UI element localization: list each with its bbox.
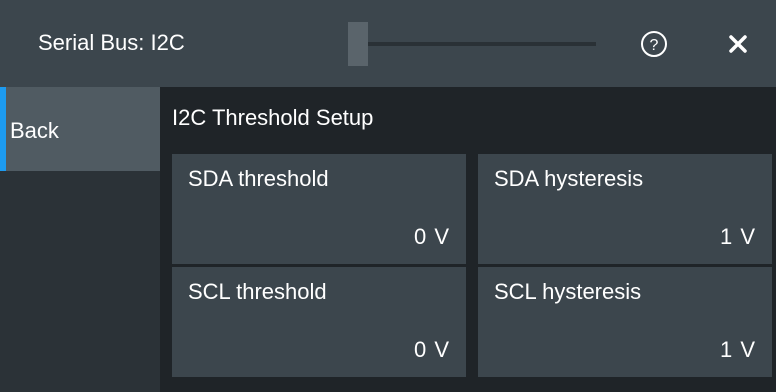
scl-threshold-field[interactable]: SCL threshold 0 V bbox=[172, 267, 466, 377]
sda-hysteresis-field[interactable]: SDA hysteresis 1 V bbox=[478, 154, 772, 264]
scl-hysteresis-field[interactable]: SCL hysteresis 1 V bbox=[478, 267, 772, 377]
threshold-setup-panel: I2C Threshold Setup SDA threshold 0 V SD… bbox=[160, 87, 776, 392]
field-label: SDA threshold bbox=[188, 166, 329, 191]
slider-thumb[interactable] bbox=[348, 22, 368, 66]
back-button-label: Back bbox=[10, 118, 59, 143]
field-value: 0 V bbox=[413, 337, 450, 362]
section-title: I2C Threshold Setup bbox=[172, 105, 374, 130]
sidebar: Back bbox=[0, 87, 160, 392]
field-label: SCL hysteresis bbox=[494, 279, 642, 304]
help-circle-icon[interactable]: ? bbox=[640, 30, 668, 58]
dialog-titlebar: Serial Bus: I2C ? bbox=[0, 0, 776, 87]
field-value: 1 V bbox=[719, 224, 756, 249]
svg-text:?: ? bbox=[650, 37, 659, 54]
back-button[interactable]: Back bbox=[0, 87, 160, 171]
field-label: SCL threshold bbox=[188, 279, 327, 304]
sda-threshold-field[interactable]: SDA threshold 0 V bbox=[172, 154, 466, 264]
slider-track[interactable] bbox=[348, 42, 596, 46]
active-indicator bbox=[0, 87, 6, 171]
field-value: 1 V bbox=[719, 337, 756, 362]
field-label: SDA hysteresis bbox=[494, 166, 644, 191]
close-icon[interactable] bbox=[727, 33, 749, 55]
field-value: 0 V bbox=[413, 224, 450, 249]
dialog-title: Serial Bus: I2C bbox=[38, 30, 185, 55]
transparency-slider[interactable] bbox=[348, 22, 596, 66]
